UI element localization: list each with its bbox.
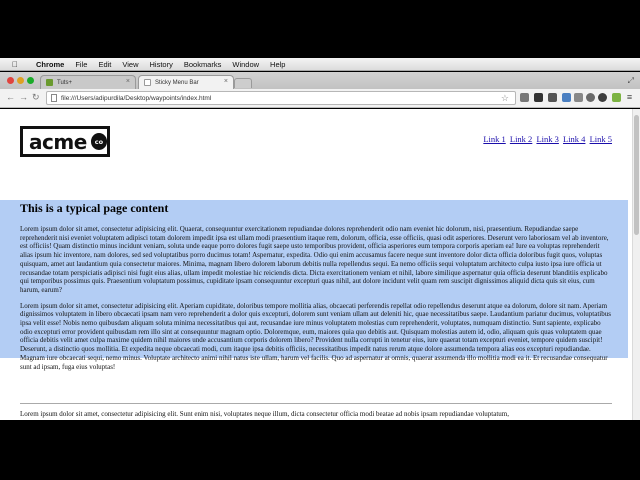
page-icon	[51, 94, 57, 102]
extension-lastpass-icon[interactable]	[598, 93, 607, 102]
paragraph: Lorem ipsum dolor sit amet, consectetur …	[20, 225, 609, 294]
extension-clock-icon[interactable]	[520, 93, 529, 102]
close-tab-icon[interactable]: ×	[126, 78, 130, 85]
tab-title: Sticky Menu Bar	[155, 79, 199, 86]
menu-history[interactable]: History	[150, 60, 173, 69]
menu-view[interactable]: View	[122, 60, 138, 69]
letterbox-top	[0, 0, 640, 58]
menu-app-chrome[interactable]: Chrome	[36, 60, 64, 69]
extension-layers-icon[interactable]	[548, 93, 557, 102]
mac-menubar:  Chrome File Edit View History Bookmark…	[0, 58, 640, 71]
nav-link-1[interactable]: Link 1	[483, 134, 505, 144]
scrollbar-thumb[interactable]	[634, 115, 639, 235]
forward-arrow-icon[interactable]: →	[19, 92, 28, 102]
menu-bookmarks[interactable]: Bookmarks	[184, 60, 222, 69]
tab-strip: Tuts+ × Sticky Menu Bar × ⤢	[0, 72, 640, 89]
tab-title: Tuts+	[57, 79, 72, 86]
logo-text: acme	[29, 129, 87, 154]
letterbox-bottom	[0, 420, 640, 480]
extension-screenshot-icon[interactable]	[562, 93, 571, 102]
extension-pocket-icon[interactable]	[534, 93, 543, 102]
menu-help[interactable]: Help	[270, 60, 285, 69]
extension-evernote-icon[interactable]	[612, 93, 621, 102]
page-viewport[interactable]: acme co Link 1 Link 2 Link 3 Link 4 Link…	[0, 109, 632, 420]
apple-icon[interactable]: 	[10, 60, 20, 69]
main-content: This is a typical page content Lorem ips…	[20, 201, 612, 378]
close-tab-icon[interactable]: ×	[224, 78, 228, 85]
fullscreen-icon[interactable]: ⤢	[628, 76, 634, 86]
tuts-favicon-icon	[46, 79, 53, 86]
chrome-menu-icon[interactable]: ≡	[625, 93, 634, 102]
nav-link-5[interactable]: Link 5	[590, 134, 612, 144]
nav-link-3[interactable]: Link 3	[536, 134, 558, 144]
extension-tool-icon[interactable]	[574, 93, 583, 102]
tab-tuts[interactable]: Tuts+ ×	[40, 75, 136, 89]
menu-file[interactable]: File	[75, 60, 87, 69]
address-bar[interactable]: file:///Users/adipurdila/Desktop/waypoin…	[46, 91, 516, 105]
nav-link-4[interactable]: Link 4	[563, 134, 585, 144]
paragraph: Lorem ipsum dolor sit amet, consectetur …	[20, 410, 509, 418]
minimize-window-icon[interactable]	[17, 77, 24, 84]
vertical-scrollbar[interactable]	[632, 109, 640, 420]
page-favicon-icon	[144, 79, 151, 86]
zoom-window-icon[interactable]	[27, 77, 34, 84]
section-divider	[20, 403, 612, 404]
acme-logo[interactable]: acme co	[20, 126, 110, 157]
browser-toolbar: ← → ↻ file:///Users/adipurdila/Desktop/w…	[0, 89, 640, 108]
menu-edit[interactable]: Edit	[98, 60, 111, 69]
page-heading: This is a typical page content	[20, 201, 169, 215]
new-tab-button[interactable]	[234, 78, 252, 88]
top-nav: Link 1 Link 2 Link 3 Link 4 Link 5	[481, 134, 612, 144]
reload-icon[interactable]: ↻	[32, 92, 40, 103]
nav-link-2[interactable]: Link 2	[510, 134, 532, 144]
close-window-icon[interactable]	[7, 77, 14, 84]
tab-sticky-menu-bar[interactable]: Sticky Menu Bar ×	[138, 75, 234, 89]
extension-globe-icon[interactable]	[586, 93, 595, 102]
menu-window[interactable]: Window	[232, 60, 259, 69]
back-arrow-icon[interactable]: ←	[6, 92, 15, 102]
bookmark-star-icon[interactable]: ☆	[501, 93, 509, 104]
address-url: file:///Users/adipurdila/Desktop/waypoin…	[61, 94, 212, 102]
logo-badge: co	[90, 133, 107, 150]
paragraph: Lorem ipsum dolor sit amet, consectetur …	[20, 301, 611, 371]
